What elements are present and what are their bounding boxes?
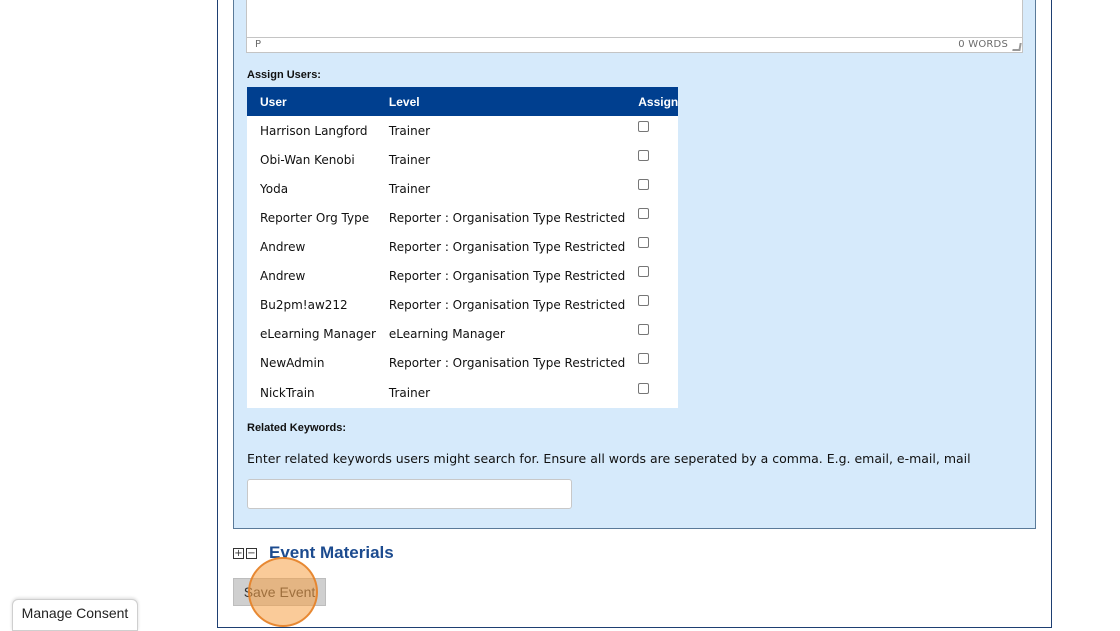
table-row: Yoda Trainer (247, 174, 678, 203)
user-level: Reporter : Organisation Type Restricted (388, 210, 626, 225)
user-level: Trainer (388, 385, 431, 400)
user-name: Harrison Langford (260, 123, 368, 138)
save-event-button[interactable]: Save Event (233, 578, 326, 606)
assign-checkbox[interactable] (638, 149, 650, 161)
table-header-row: User Level Assign (247, 87, 679, 116)
assign-checkbox[interactable] (638, 323, 650, 335)
user-name: Obi-Wan Kenobi (260, 152, 355, 167)
plus-box-icon[interactable]: + (233, 547, 244, 559)
editor-word-count: 0 WORDS (958, 39, 1008, 50)
assign-checkbox[interactable] (638, 294, 650, 306)
table-row: Andrew Reporter : Organisation Type Rest… (247, 261, 678, 290)
column-header-level: Level (375, 87, 626, 116)
user-level: Reporter : Organisation Type Restricted (388, 239, 626, 254)
related-keywords-input[interactable] (247, 479, 572, 509)
related-keywords-label: Related Keywords: (247, 422, 347, 434)
related-keywords-help: Enter related keywords users might searc… (247, 451, 971, 466)
table-row: Reporter Org Type Reporter : Organisatio… (247, 203, 678, 232)
column-header-assign: Assign (625, 87, 679, 116)
user-level: Trainer (388, 123, 431, 138)
user-level: Trainer (388, 152, 431, 167)
user-level: eLearning Manager (388, 326, 505, 341)
assign-checkbox[interactable] (638, 236, 650, 248)
table-row: eLearning Manager eLearning Manager (247, 319, 678, 348)
assign-checkbox[interactable] (638, 178, 650, 190)
user-name: Andrew (260, 268, 306, 283)
editor-status-bar: P 0 WORDS (247, 37, 1022, 52)
table-row: Obi-Wan Kenobi Trainer (247, 145, 678, 174)
table-row: NickTrain Trainer (247, 377, 678, 408)
assign-users-table: User Level Assign Harrison Langford Trai… (247, 87, 679, 408)
user-name: eLearning Manager (260, 326, 376, 341)
user-name: Yoda (260, 181, 289, 196)
user-level: Trainer (388, 181, 431, 196)
user-level: Reporter : Organisation Type Restricted (388, 355, 626, 370)
description-editor[interactable]: P 0 WORDS (246, 0, 1023, 53)
assign-checkbox[interactable] (638, 207, 650, 219)
user-name: Bu2pm!aw212 (260, 297, 348, 312)
user-level: Reporter : Organisation Type Restricted (388, 268, 626, 283)
user-name: NewAdmin (260, 355, 325, 370)
user-name: Andrew (260, 239, 306, 254)
table-row: Bu2pm!aw212 Reporter : Organisation Type… (247, 290, 678, 319)
editor-element-path[interactable]: P (255, 39, 261, 50)
assign-checkbox[interactable] (638, 382, 650, 394)
user-level: Reporter : Organisation Type Restricted (388, 297, 626, 312)
assign-checkbox[interactable] (638, 120, 650, 132)
event-materials-section: + − Event Materials (233, 543, 394, 563)
assign-checkbox[interactable] (638, 352, 650, 364)
user-name: Reporter Org Type (260, 210, 370, 225)
table-row: NewAdmin Reporter : Organisation Type Re… (247, 348, 678, 377)
table-row: Andrew Reporter : Organisation Type Rest… (247, 232, 678, 261)
assign-checkbox[interactable] (638, 265, 650, 277)
manage-consent-button[interactable]: Manage Consent (12, 599, 138, 631)
assign-users-label: Assign Users: (247, 69, 321, 81)
column-header-user: User (247, 87, 376, 116)
table-row: Harrison Langford Trainer (247, 116, 678, 145)
minus-box-icon[interactable]: − (246, 547, 257, 559)
event-materials-title[interactable]: Event Materials (269, 543, 394, 563)
user-name: NickTrain (260, 385, 315, 400)
resize-handle-icon[interactable] (1012, 43, 1022, 51)
